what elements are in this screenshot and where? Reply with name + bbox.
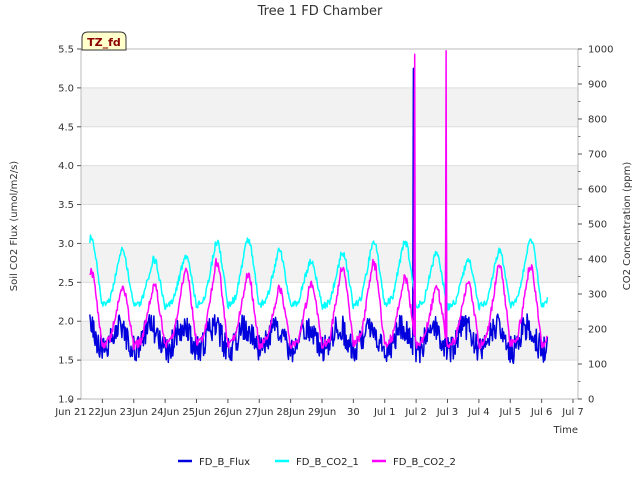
- x-tick-label: Jul 1: [373, 407, 396, 418]
- x-tick-label: Jul 2: [404, 407, 427, 418]
- y-tick-label: 1.0: [58, 395, 74, 406]
- y2-tick-label: 500: [588, 220, 607, 231]
- y2-tick-label: 900: [588, 80, 607, 91]
- y-tick-label: 1.5: [58, 356, 74, 367]
- chart-canvas: Tree 1 FD Chamber 1.0 1.5 2.0 2.5 3.0 3.5 4.0 4…: [0, 0, 640, 480]
- plot-band: [81, 87, 578, 127]
- y2-tick-label: 300: [588, 290, 607, 301]
- x-tick-label: 24Jun: [151, 407, 179, 418]
- y-tick-label: 3.0: [58, 239, 74, 250]
- x-tick-label: Jul 7: [561, 407, 584, 418]
- tz-badge: TZ_fd: [81, 31, 127, 51]
- legend: FD_B_Flux FD_B_CO2_1 FD_B_CO2_2: [178, 457, 456, 468]
- legend-entry-label: FD_B_Flux: [199, 457, 250, 468]
- y2-axis-title: CO2 Concentration (ppm): [622, 162, 633, 291]
- tz-badge-label: TZ_fd: [87, 36, 121, 49]
- y-tick-label: 5.5: [58, 45, 74, 56]
- y2-tick-label: 200: [588, 325, 607, 336]
- y2-tick-label: 400: [588, 255, 607, 266]
- y2-tick-label: 700: [588, 150, 607, 161]
- x-tick-label: Jul 4: [467, 407, 490, 418]
- y-tick-label: 4.5: [58, 122, 74, 133]
- x-tick-label: 29Jun: [308, 407, 336, 418]
- x-tick-label: Jul 6: [530, 407, 553, 418]
- x-tick-label: Jun 21: [54, 407, 87, 418]
- y-tick-label: 5.0: [58, 83, 74, 94]
- x-tick-label: 28Jun: [276, 407, 304, 418]
- y2-tick-label: 1000: [588, 45, 613, 56]
- y2-tick-label: 100: [588, 360, 607, 371]
- y2-tick-label: 600: [588, 185, 607, 196]
- legend-entry-label: FD_B_CO2_1: [296, 457, 359, 468]
- y-axis-title: Soil CO2 Flux (umol/m2/s): [9, 161, 20, 291]
- x-axis-title: Time: [553, 425, 578, 436]
- x-tick-label: 25Jun: [182, 407, 210, 418]
- plot-band: [81, 165, 578, 205]
- legend-entry-label: FD_B_CO2_2: [393, 457, 456, 468]
- y-tick-label: 4.0: [58, 161, 74, 172]
- y2-tick-label: 0: [588, 395, 594, 406]
- x-tick-label: 22Jun: [88, 407, 116, 418]
- x-tick-label: 27Jun: [245, 407, 273, 418]
- y-tick-label: 2.0: [58, 317, 74, 328]
- x-tick-label: 26Jun: [214, 407, 242, 418]
- x-tick-label: Jul 3: [436, 407, 459, 418]
- y2-tick-label: 800: [588, 115, 607, 126]
- y-tick-label: 2.5: [58, 278, 74, 289]
- x-tick-label: 23Jun: [120, 407, 148, 418]
- y-tick-label: 3.5: [58, 200, 74, 211]
- x-tick-label: 30: [347, 407, 360, 418]
- x-tick-label: Jul 5: [498, 407, 521, 418]
- chart-title: Tree 1 FD Chamber: [257, 4, 383, 19]
